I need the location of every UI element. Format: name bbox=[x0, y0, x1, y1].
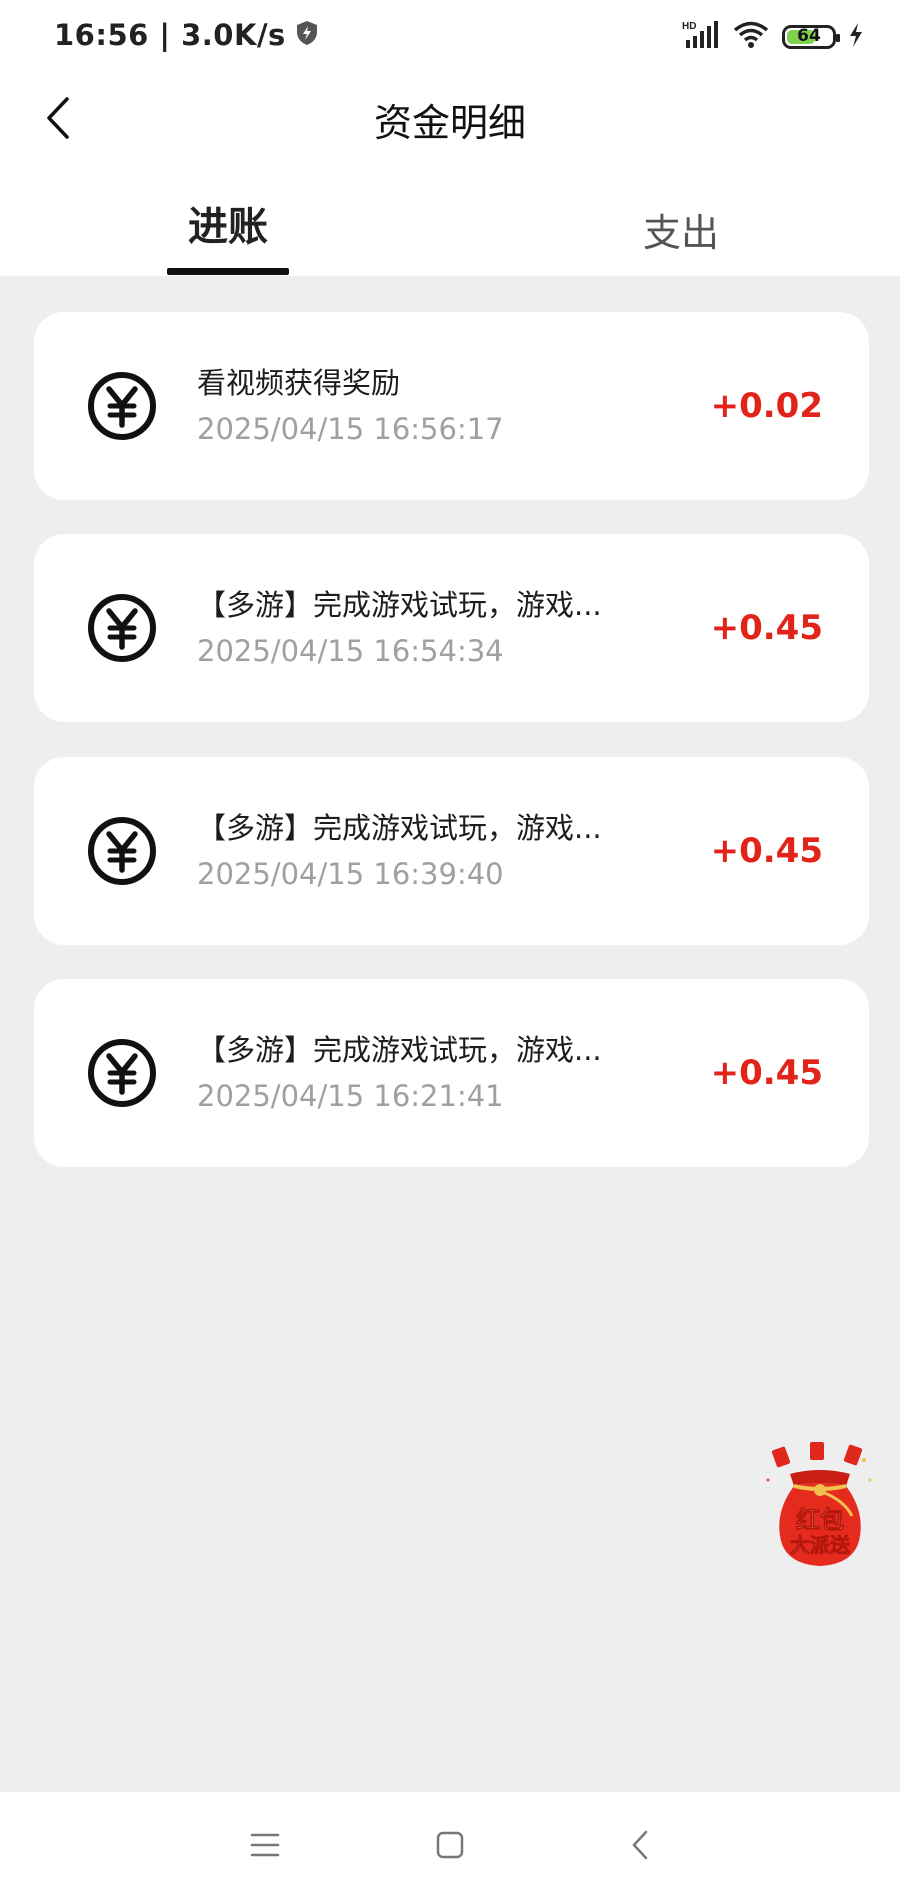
transaction-title: 【多游】完成游戏试玩，游戏... bbox=[197, 1033, 602, 1067]
transaction-title: 【多游】完成游戏试玩，游戏... bbox=[197, 811, 602, 845]
transaction-amount: +0.45 bbox=[710, 1053, 823, 1093]
signal-icon: HD bbox=[682, 20, 720, 54]
transaction-card[interactable]: 【多游】完成游戏试玩，游戏... 2025/04/15 16:21:41 +0.… bbox=[34, 979, 869, 1167]
transaction-title: 看视频获得奖励 bbox=[197, 366, 401, 400]
red-packet-icon: 红包 大派送 bbox=[766, 1442, 872, 1566]
red-packet-label-1: 红包 bbox=[796, 1506, 844, 1534]
yen-coin-icon bbox=[86, 592, 158, 664]
menu-icon bbox=[250, 1832, 280, 1862]
transaction-title: 【多游】完成游戏试玩，游戏... bbox=[197, 588, 602, 622]
transaction-time: 2025/04/15 16:54:34 bbox=[197, 634, 504, 668]
red-packet-float-button[interactable]: 红包 大派送 bbox=[760, 1440, 880, 1570]
charging-icon bbox=[848, 22, 864, 52]
back-triangle-icon bbox=[628, 1829, 652, 1865]
red-packet-label-2: 大派送 bbox=[790, 1533, 851, 1557]
home-square-icon bbox=[435, 1830, 465, 1864]
tab-expense[interactable]: 支出 bbox=[620, 202, 742, 257]
active-tab-indicator bbox=[167, 268, 289, 275]
transaction-time: 2025/04/15 16:21:41 bbox=[197, 1079, 504, 1113]
status-bar: 16:56 | 3.0K/s HD 64 bbox=[0, 0, 900, 72]
transaction-time: 2025/04/15 16:56:17 bbox=[197, 412, 504, 446]
transaction-amount: +0.45 bbox=[710, 831, 823, 871]
transaction-time: 2025/04/15 16:39:40 bbox=[197, 857, 504, 891]
network-type-label: HD bbox=[682, 21, 696, 32]
menu-button[interactable] bbox=[240, 1822, 290, 1872]
status-time: 16:56 | 3.0K/s bbox=[54, 18, 286, 52]
shield-icon bbox=[296, 20, 318, 50]
transaction-card[interactable]: 看视频获得奖励 2025/04/15 16:56:17 +0.02 bbox=[34, 312, 869, 500]
wifi-icon bbox=[732, 20, 770, 54]
transaction-amount: +0.02 bbox=[710, 386, 823, 426]
tab-income[interactable]: 进账 bbox=[167, 194, 289, 252]
system-back-button[interactable] bbox=[615, 1822, 665, 1872]
battery-level: 64 bbox=[797, 26, 821, 46]
transaction-amount: +0.45 bbox=[710, 608, 823, 648]
transaction-card[interactable]: 【多游】完成游戏试玩，游戏... 2025/04/15 16:39:40 +0.… bbox=[34, 757, 869, 945]
page-title: 资金明细 bbox=[373, 101, 526, 145]
yen-coin-icon bbox=[86, 370, 158, 442]
yen-coin-icon bbox=[86, 1037, 158, 1109]
battery-icon: 64 bbox=[782, 25, 840, 49]
transaction-card[interactable]: 【多游】完成游戏试玩，游戏... 2025/04/15 16:54:34 +0.… bbox=[34, 534, 869, 722]
yen-coin-icon bbox=[86, 815, 158, 887]
home-button[interactable] bbox=[425, 1822, 475, 1872]
system-nav-bar bbox=[0, 1792, 900, 1900]
